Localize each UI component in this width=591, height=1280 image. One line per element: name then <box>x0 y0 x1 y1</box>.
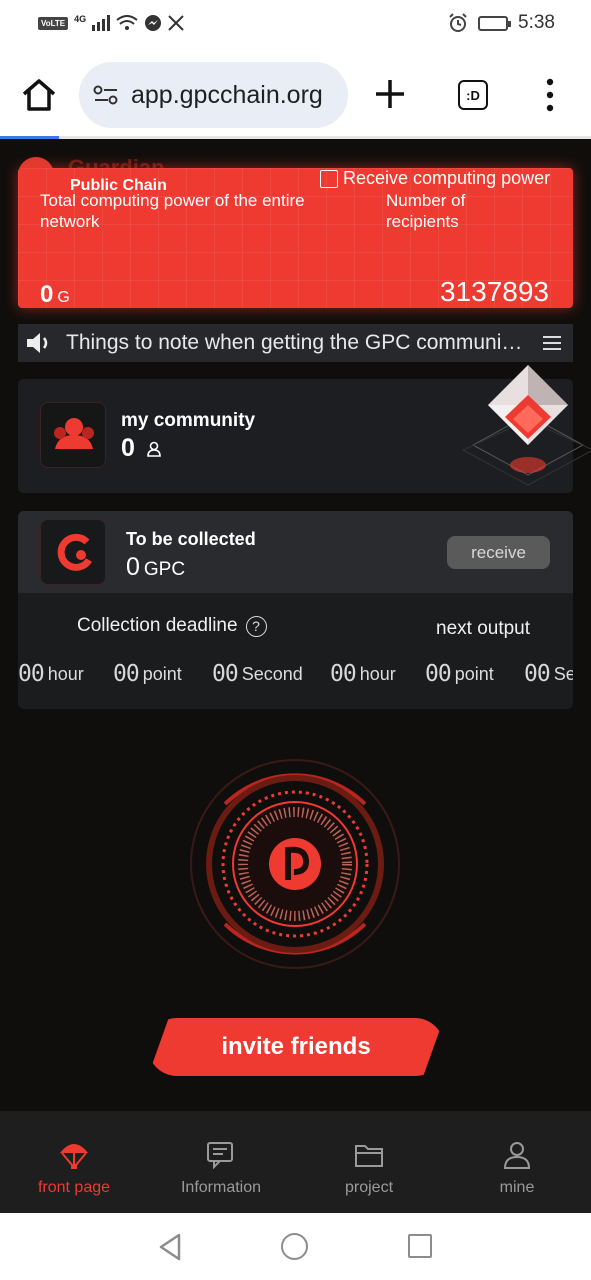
nav-project[interactable]: project <box>314 1111 424 1213</box>
web-page: Guardian Public Chain Receive computing … <box>0 139 591 1111</box>
to-be-collected-label: To be collected <box>126 529 256 549</box>
collection-header: To be collected 0 GPC receive <box>18 511 573 593</box>
community-icon <box>40 402 106 468</box>
system-navigation-bar <box>0 1213 591 1280</box>
mining-dial-icon[interactable] <box>185 754 405 974</box>
collection-card: To be collected 0 GPC receive Collection … <box>18 511 573 709</box>
status-bar: VoLTE 4G 5:38 <box>0 0 591 50</box>
status-right: 5:38 <box>448 12 555 34</box>
next-hours: 00 hour <box>330 661 396 687</box>
recents-icon[interactable] <box>408 1234 432 1258</box>
volte-badge: VoLTE <box>38 16 69 30</box>
nav-label: front page <box>37 1179 111 1196</box>
site-settings-icon[interactable] <box>93 85 119 105</box>
chat-icon <box>207 1142 233 1170</box>
nav-label: mine <box>499 1179 535 1196</box>
back-icon[interactable] <box>158 1233 182 1261</box>
parachute-icon <box>60 1144 88 1169</box>
nav-mine[interactable]: mine <box>462 1111 572 1213</box>
speaker-icon <box>27 333 48 353</box>
person-icon <box>147 441 161 457</box>
user-box-icon <box>320 169 338 188</box>
notice-text: Things to note when getting the GPC comm… <box>66 331 526 354</box>
collection-deadline: Collection deadline ? <box>77 615 267 637</box>
battery-icon <box>478 15 512 31</box>
total-power-value: 0G <box>40 281 70 308</box>
next-output-label: next output <box>436 618 531 639</box>
recipients-value: 3137893 <box>439 276 549 307</box>
network-type: 4G <box>74 14 87 24</box>
bottom-navigation: front page Information project mine <box>0 1111 591 1213</box>
home-circle-icon[interactable] <box>281 1233 308 1260</box>
community-count: 0 <box>121 434 161 463</box>
alarm-icon <box>449 13 467 32</box>
deadline-seconds: 00 Second <box>212 661 303 687</box>
my-community-card[interactable]: my community 0 <box>18 365 591 493</box>
receive-computing-power-label: Receive computing power <box>343 168 551 188</box>
home-icon[interactable] <box>20 76 58 114</box>
crystal-cube-icon <box>461 365 591 486</box>
signal-icon <box>92 15 111 31</box>
clock: 5:38 <box>518 12 555 33</box>
next-minutes: 00 point <box>425 661 494 687</box>
nav-information[interactable]: Information <box>166 1111 276 1213</box>
gpc-logo-icon <box>40 519 106 585</box>
address-bar[interactable]: app.gpcchain.org <box>79 62 348 128</box>
help-icon[interactable]: ? <box>245 615 267 637</box>
computing-power-card: Public Chain Receive computing power Tot… <box>18 168 573 308</box>
more-vert-icon[interactable] <box>543 78 557 112</box>
recipients-label: Number of recipients <box>386 191 466 231</box>
deadline-minutes: 00 point <box>113 661 182 687</box>
wifi-icon <box>116 15 138 30</box>
person-icon <box>503 1142 531 1169</box>
new-tab-icon[interactable] <box>372 76 408 112</box>
invite-friends-button[interactable]: invite friends <box>148 1018 444 1076</box>
folder-icon <box>355 1145 383 1167</box>
total-power-label: Total computing power of the entire netw… <box>40 191 305 231</box>
community-title: my community <box>121 410 256 431</box>
messenger-icon <box>145 15 162 31</box>
nav-label: Information <box>180 1179 262 1196</box>
deadline-hours: 00 hour <box>18 661 84 687</box>
notice-bar[interactable]: Things to note when getting the GPC comm… <box>18 324 573 362</box>
nav-label: project <box>344 1179 394 1196</box>
url-text: app.gpcchain.org <box>131 80 323 109</box>
list-menu-icon[interactable] <box>543 335 561 351</box>
to-be-collected-value: 0 GPC <box>126 553 186 581</box>
receive-button[interactable]: receive <box>447 536 550 569</box>
receive-computing-power-link[interactable]: Receive computing power <box>320 168 550 189</box>
countdown-timers: 00 hour 00 point 00 Second 00 hour 00 point 0… <box>18 661 573 687</box>
nav-front-page[interactable]: front page <box>19 1111 129 1213</box>
next-seconds: 00Second <box>524 661 573 687</box>
browser-toolbar: app.gpcchain.org :D <box>0 50 591 138</box>
x-logo-icon <box>168 15 184 31</box>
tab-switcher-button[interactable]: :D <box>458 80 488 110</box>
status-left: VoLTE 4G <box>38 14 184 32</box>
